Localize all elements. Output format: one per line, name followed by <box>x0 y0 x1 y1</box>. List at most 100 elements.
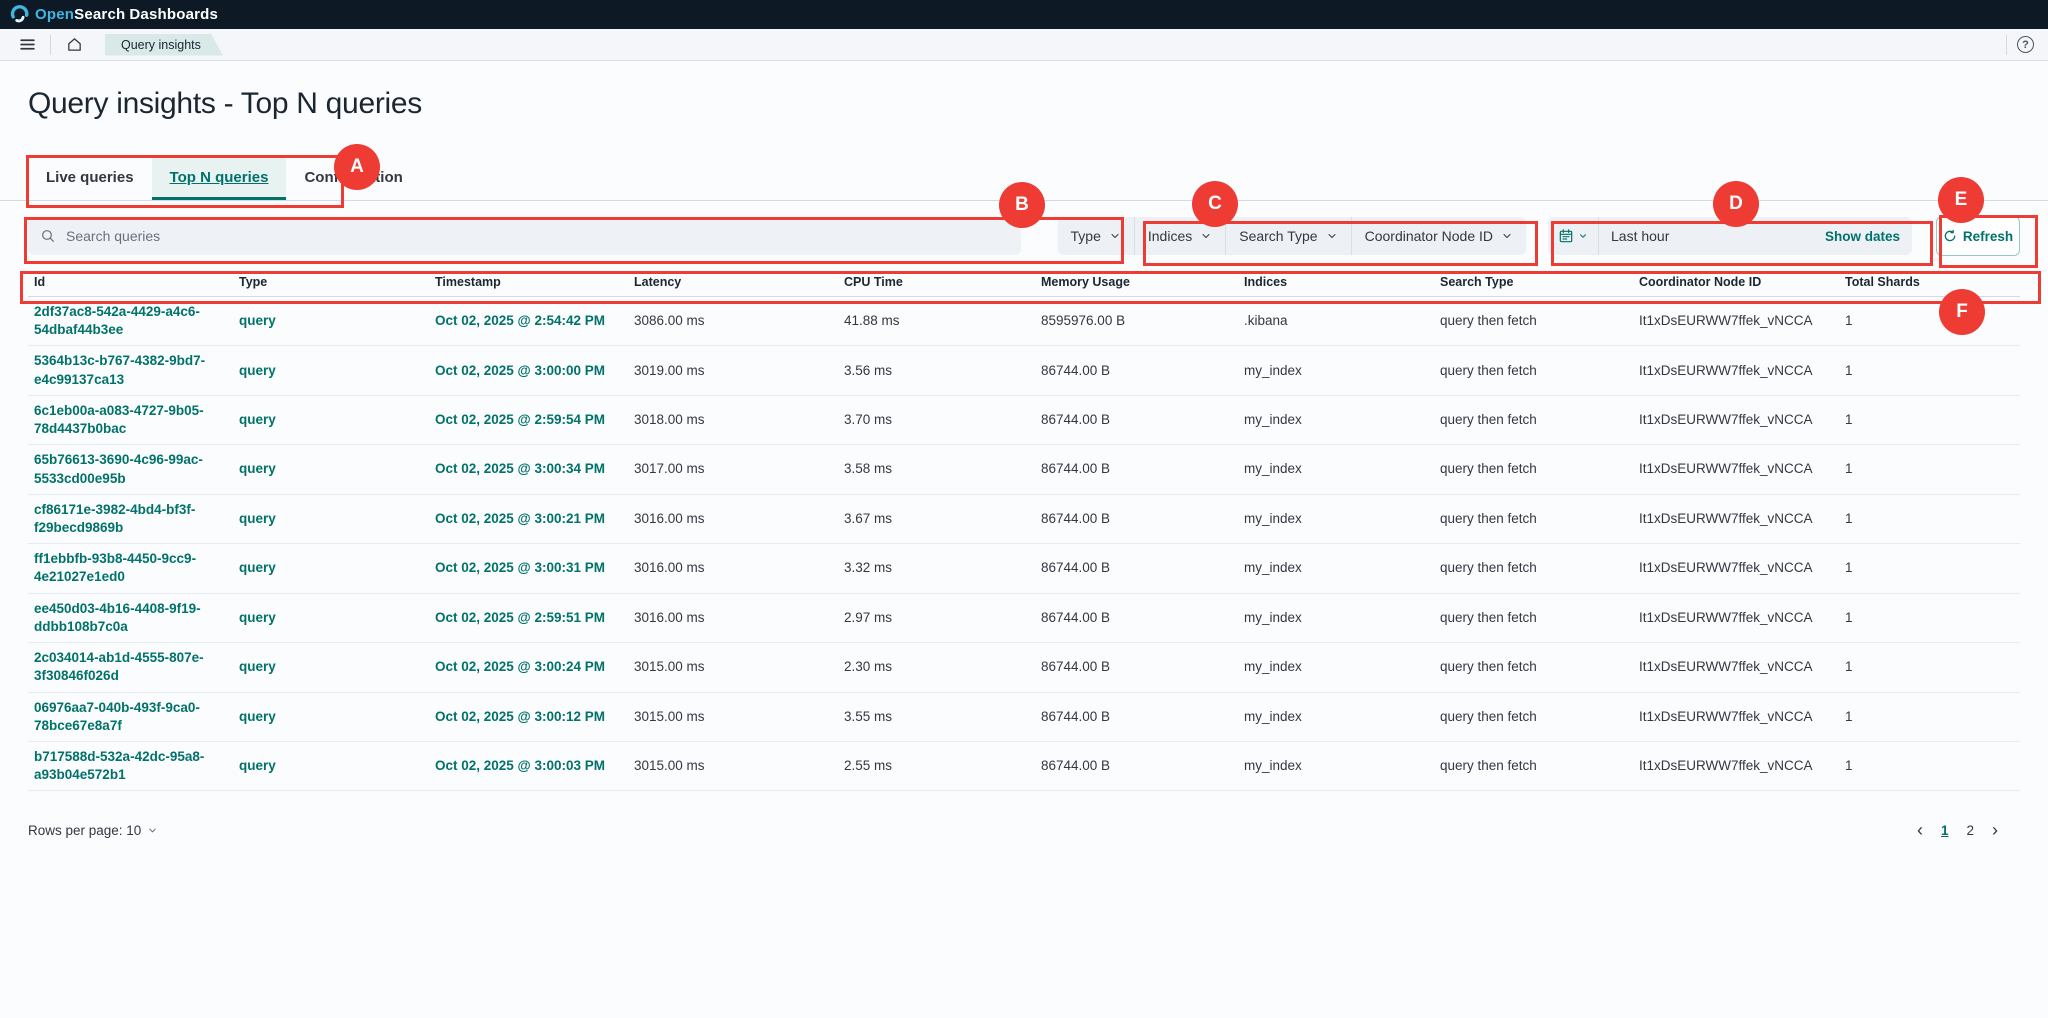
search-input[interactable] <box>66 228 1009 244</box>
latency-cell: 3015.00 ms <box>628 751 838 781</box>
query-id-link[interactable]: ff1ebbfb-93b8-4450-9cc9-4e21027e1ed0 <box>28 544 224 592</box>
filter-dropdown-group: Type Indices Search Type Coordinator Nod… <box>1058 217 1526 255</box>
query-id-link[interactable]: 5364b13c-b767-4382-9bd7-e4c99137ca13 <box>28 346 224 394</box>
filter-type-dropdown[interactable]: Type <box>1058 217 1135 255</box>
memory-usage-cell: 86744.00 B <box>1035 603 1238 633</box>
column-header-coordinator-node-id[interactable]: Coordinator Node ID <box>1633 268 1839 296</box>
cpu-time-cell: 3.58 ms <box>838 454 1035 484</box>
query-timestamp-link[interactable]: Oct 02, 2025 @ 2:59:54 PM <box>429 405 628 435</box>
query-id-link[interactable]: 2df37ac8-542a-4429-a4c6-54dbaf44b3ee <box>28 297 224 345</box>
query-id-link[interactable]: cf86171e-3982-4bd4-bf3f-f29becd9869b <box>28 495 224 543</box>
column-header-indices[interactable]: Indices <box>1238 268 1434 296</box>
memory-usage-cell: 86744.00 B <box>1035 454 1238 484</box>
column-header-memory-usage[interactable]: Memory Usage <box>1035 268 1238 296</box>
indices-cell: my_index <box>1238 405 1434 435</box>
home-icon[interactable] <box>61 32 87 58</box>
indices-cell: my_index <box>1238 356 1434 386</box>
column-header-search-type[interactable]: Search Type <box>1434 268 1633 296</box>
column-header-total-shards[interactable]: Total Shards <box>1839 268 2020 296</box>
filter-search-type-dropdown[interactable]: Search Type <box>1226 217 1351 255</box>
indices-cell: my_index <box>1238 603 1434 633</box>
table-row: ff1ebbfb-93b8-4450-9cc9-4e21027e1ed0 que… <box>28 544 2020 593</box>
coordinator-node-id-cell: It1xDsEURWW7ffek_vNCCA <box>1633 306 1839 336</box>
query-type-link[interactable]: query <box>233 751 429 781</box>
query-timestamp-link[interactable]: Oct 02, 2025 @ 3:00:00 PM <box>429 356 628 386</box>
page-number-1[interactable]: 1 <box>1941 823 1949 838</box>
previous-page-icon[interactable]: ‹ <box>1917 821 1923 839</box>
show-dates-link[interactable]: Show dates <box>1825 229 1912 244</box>
refresh-button[interactable]: Refresh <box>1936 216 2020 256</box>
chevron-down-icon <box>1109 230 1121 242</box>
tab-live-queries[interactable]: Live queries <box>28 155 152 200</box>
memory-usage-cell: 8595976.00 B <box>1035 306 1238 336</box>
query-type-link[interactable]: query <box>233 306 429 336</box>
memory-usage-cell: 86744.00 B <box>1035 504 1238 534</box>
search-icon <box>40 228 56 244</box>
query-timestamp-link[interactable]: Oct 02, 2025 @ 2:54:42 PM <box>429 306 628 336</box>
query-id-link[interactable]: 2c034014-ab1d-4555-807e-3f30846f026d <box>28 643 224 691</box>
filter-indices-dropdown[interactable]: Indices <box>1135 217 1226 255</box>
total-shards-cell: 1 <box>1839 652 2020 682</box>
query-timestamp-link[interactable]: Oct 02, 2025 @ 3:00:12 PM <box>429 702 628 732</box>
table-row: b717588d-532a-42dc-95a8-a93b04e572b1 que… <box>28 742 2020 791</box>
column-header-id[interactable]: Id <box>28 268 233 296</box>
query-timestamp-link[interactable]: Oct 02, 2025 @ 3:00:03 PM <box>429 751 628 781</box>
search-queries-box[interactable] <box>28 217 1021 255</box>
table-header-row: Id Type Timestamp Latency CPU Time Memor… <box>28 268 2020 297</box>
column-header-latency[interactable]: Latency <box>628 268 838 296</box>
latency-cell: 3019.00 ms <box>628 356 838 386</box>
calendar-icon[interactable] <box>1548 217 1599 255</box>
query-type-link[interactable]: query <box>233 405 429 435</box>
opensearch-logo-icon <box>10 5 29 24</box>
coordinator-node-id-cell: It1xDsEURWW7ffek_vNCCA <box>1633 603 1839 633</box>
coordinator-node-id-cell: It1xDsEURWW7ffek_vNCCA <box>1633 652 1839 682</box>
filter-coordinator-node-id-dropdown[interactable]: Coordinator Node ID <box>1352 217 1526 255</box>
query-timestamp-link[interactable]: Oct 02, 2025 @ 2:59:51 PM <box>429 603 628 633</box>
query-type-link[interactable]: query <box>233 356 429 386</box>
query-id-link[interactable]: ee450d03-4b16-4408-9f19-ddbb108b7c0a <box>28 594 224 642</box>
query-type-link[interactable]: query <box>233 603 429 633</box>
coordinator-node-id-cell: It1xDsEURWW7ffek_vNCCA <box>1633 553 1839 583</box>
query-timestamp-link[interactable]: Oct 02, 2025 @ 3:00:21 PM <box>429 504 628 534</box>
total-shards-cell: 1 <box>1839 504 2020 534</box>
page-title: Query insights - Top N queries <box>28 87 2020 121</box>
query-type-link[interactable]: query <box>233 702 429 732</box>
latency-cell: 3015.00 ms <box>628 702 838 732</box>
help-icon[interactable]: ? <box>2017 36 2034 53</box>
query-timestamp-link[interactable]: Oct 02, 2025 @ 3:00:24 PM <box>429 652 628 682</box>
page-number-2[interactable]: 2 <box>1966 823 1974 838</box>
menu-hamburger-icon[interactable] <box>14 32 40 58</box>
query-id-link[interactable]: b717588d-532a-42dc-95a8-a93b04e572b1 <box>28 742 224 790</box>
query-type-link[interactable]: query <box>233 454 429 484</box>
search-type-cell: query then fetch <box>1434 751 1633 781</box>
table-row: 6c1eb00a-a083-4727-9b05-78d4437b0bac que… <box>28 396 2020 445</box>
chevron-down-icon <box>1200 230 1212 242</box>
tab-configuration[interactable]: Configuration <box>286 155 420 200</box>
top-nav-bar: OpenSearchDashboards <box>0 0 2048 29</box>
query-id-link[interactable]: 06976aa7-040b-493f-9ca0-78bce67e8a7f <box>28 693 224 741</box>
indices-cell: .kibana <box>1238 306 1434 336</box>
query-timestamp-link[interactable]: Oct 02, 2025 @ 3:00:34 PM <box>429 454 628 484</box>
column-header-timestamp[interactable]: Timestamp <box>429 268 628 296</box>
date-range-value[interactable]: Last hour <box>1611 228 1825 244</box>
column-header-cpu-time[interactable]: CPU Time <box>838 268 1035 296</box>
query-timestamp-link[interactable]: Oct 02, 2025 @ 3:00:31 PM <box>429 553 628 583</box>
latency-cell: 3015.00 ms <box>628 652 838 682</box>
query-type-link[interactable]: query <box>233 652 429 682</box>
query-type-link[interactable]: query <box>233 504 429 534</box>
query-type-link[interactable]: query <box>233 553 429 583</box>
chevron-down-icon <box>147 825 158 836</box>
coordinator-node-id-cell: It1xDsEURWW7ffek_vNCCA <box>1633 702 1839 732</box>
date-range-picker: Last hour Show dates <box>1548 217 1912 255</box>
query-id-link[interactable]: 6c1eb00a-a083-4727-9b05-78d4437b0bac <box>28 396 224 444</box>
search-type-cell: query then fetch <box>1434 652 1633 682</box>
column-header-type[interactable]: Type <box>233 268 429 296</box>
filter-toolbar: Type Indices Search Type Coordinator Nod… <box>28 216 2020 256</box>
divider <box>50 35 51 55</box>
rows-per-page-selector[interactable]: Rows per page: 10 <box>28 823 158 838</box>
breadcrumb[interactable]: Query insights <box>105 34 223 56</box>
next-page-icon[interactable]: › <box>1992 821 1998 839</box>
query-id-link[interactable]: 65b76613-3690-4c96-99ac-5533cd00e95b <box>28 445 224 493</box>
search-type-cell: query then fetch <box>1434 702 1633 732</box>
tab-top-n-queries[interactable]: Top N queries <box>152 155 287 200</box>
